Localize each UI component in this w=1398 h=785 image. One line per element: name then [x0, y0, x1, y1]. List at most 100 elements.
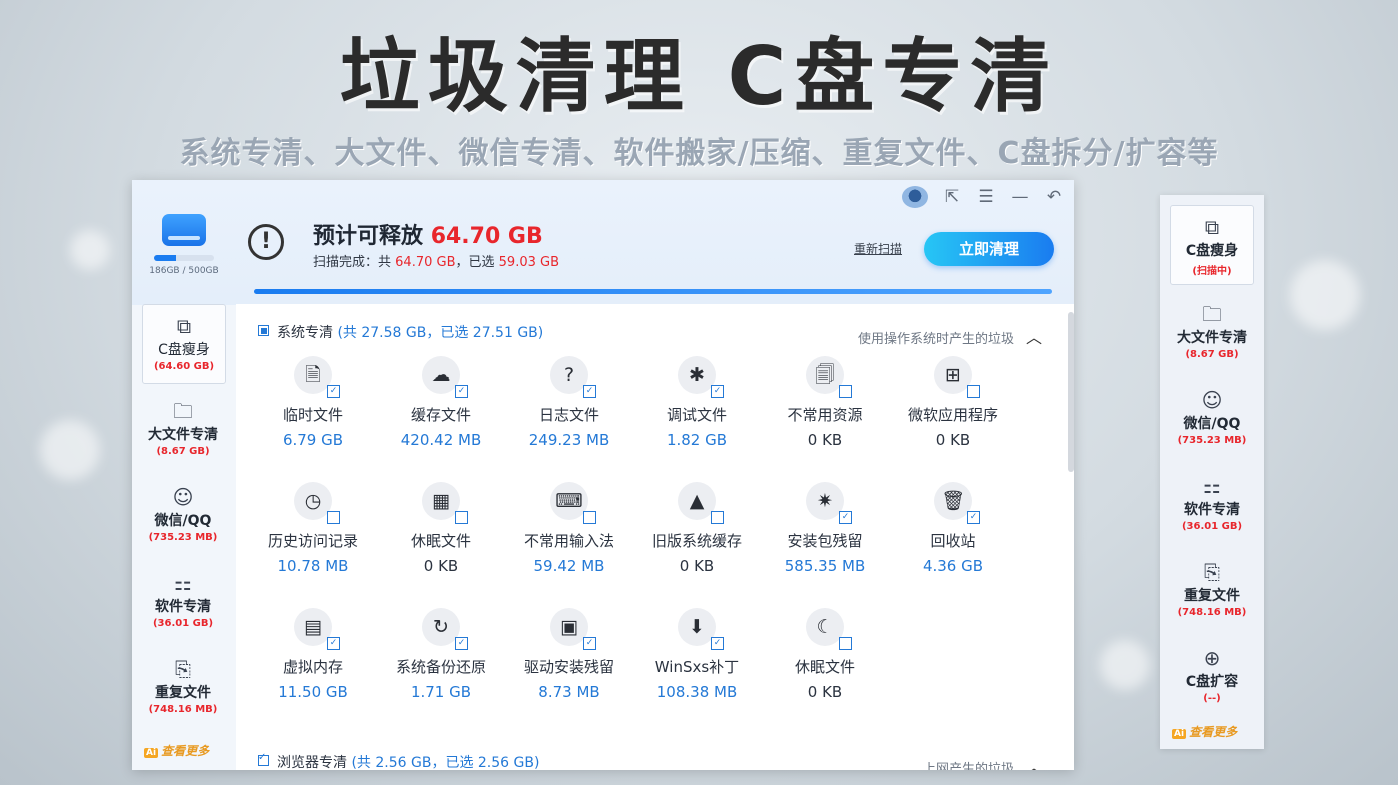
item-checkbox[interactable] [327, 511, 340, 524]
item-checkbox[interactable] [711, 511, 724, 524]
item-name: 缓存文件 [410, 406, 471, 424]
minimize-icon[interactable]: — [1010, 187, 1030, 207]
cleanup-item-tile[interactable]: 🗐 不常用资源 0 KB [766, 356, 884, 449]
cleanup-item-tile[interactable]: ▲ 旧版系统缓存 0 KB [638, 482, 756, 575]
scan-mid: ，已选 [455, 255, 495, 270]
sidebar-item-large-files[interactable]: 🗀 大文件专清 (8.67 GB) [142, 398, 224, 457]
item-size: 0 KB [935, 431, 971, 449]
cleanup-item-tile[interactable]: 🗎 ✓ 临时文件 6.79 GB [254, 356, 372, 449]
background-snow [1290, 260, 1360, 330]
scrollbar[interactable] [1068, 312, 1074, 472]
cleanup-item-tile[interactable]: ▣ ✓ 驱动安装残留 8.73 MB [510, 608, 628, 701]
mini-item-value: (735.23 MB) [1177, 435, 1247, 446]
cleanup-item-tile[interactable]: ◷ 历史访问记录 10.78 MB [254, 482, 372, 575]
sidebar-item-cdrive-slim[interactable]: ⧉ C盘瘦身 (64.60 GB) [142, 304, 226, 384]
mini-sidebar-panel: ⧉ C盘瘦身 (扫描中) 🗀 大文件专清 (8.67 GB) ☺ 微信/QQ (… [1160, 195, 1264, 749]
cleanup-item-tile[interactable]: ▤ ✓ 虚拟内存 11.50 GB [254, 608, 372, 701]
cleanup-item-tile[interactable]: ⊞ 微软应用程序 0 KB [894, 356, 1012, 449]
item-checkbox[interactable]: ✓ [327, 385, 340, 398]
item-size: 6.79 GB [282, 431, 344, 449]
section-checkbox[interactable] [258, 752, 269, 766]
item-checkbox[interactable] [839, 385, 852, 398]
item-checkbox[interactable]: ✓ [839, 511, 852, 524]
cleanup-item-tile[interactable]: ▦ 休眠文件 0 KB [382, 482, 500, 575]
item-checkbox[interactable] [967, 385, 980, 398]
scan-selected: 59.03 GB [498, 255, 559, 270]
exclamation-icon: ! [248, 224, 284, 260]
chevron-up-icon[interactable]: ︿ [1026, 758, 1042, 770]
cleanup-item-tile[interactable]: ⬇ ✓ WinSxs补丁 108.38 MB [638, 608, 756, 701]
sidebar-item-software[interactable]: ⚏ 软件专清 (36.01 GB) [142, 570, 224, 629]
scan-progress-bar [254, 289, 1052, 294]
sidebar-item-label: C盘瘦身 [158, 342, 210, 358]
share-icon[interactable]: ⇱ [942, 187, 962, 207]
apps-icon: ⚏ [174, 571, 192, 595]
mini-item-large-files[interactable]: 🗀 大文件专清 (8.67 GB) [1160, 301, 1264, 360]
sidebar-item-wechat-qq[interactable]: ☺ 微信/QQ (735.23 MB) [142, 484, 224, 543]
item-checkbox[interactable]: ✓ [711, 637, 724, 650]
mini-item-wechat-qq[interactable]: ☺ 微信/QQ (735.23 MB) [1160, 387, 1264, 446]
item-size: 8.73 MB [538, 683, 600, 701]
item-checkbox[interactable] [839, 637, 852, 650]
item-name: 休眠文件 [794, 658, 855, 676]
clean-now-button[interactable]: 立即清理 [924, 232, 1054, 266]
menu-icon[interactable]: ☰ [976, 187, 996, 207]
section-header-system[interactable]: 系统专清 (共 27.58 GB，已选 27.51 GB) [258, 322, 543, 342]
background-snow [1100, 640, 1150, 690]
see-more-link[interactable]: Ai 查看更多 [144, 742, 209, 759]
item-checkbox[interactable]: ✓ [327, 637, 340, 650]
folder-icon: 🗀 [173, 399, 193, 423]
item-checkbox[interactable] [583, 511, 596, 524]
mini-item-disk-expand[interactable]: ⊕ C盘扩容 (--) [1160, 645, 1264, 704]
sidebar-item-label: 大文件专清 [148, 427, 218, 443]
section-note-browser[interactable]: 上网产生的垃圾 ︿ [923, 754, 1042, 770]
item-name: 微软应用程序 [907, 406, 998, 424]
item-name: 不常用资源 [787, 406, 863, 424]
item-checkbox[interactable]: ✓ [583, 385, 596, 398]
mini-item-value: (748.16 MB) [1177, 607, 1247, 618]
item-size: 0 KB [807, 431, 843, 449]
user-avatar[interactable] [902, 186, 928, 208]
item-checkbox[interactable]: ✓ [455, 637, 468, 650]
cdrive-slim-icon: ⧉ [176, 314, 192, 338]
wechat-icon: ☺ [172, 485, 194, 509]
mini-item-duplicates[interactable]: ⎘ 重复文件 (748.16 MB) [1160, 559, 1264, 618]
item-checkbox[interactable]: ✓ [967, 511, 980, 524]
cleanup-item-tile[interactable]: ✷ ✓ 安装包残留 585.35 MB [766, 482, 884, 575]
item-checkbox[interactable] [455, 511, 468, 524]
cleanup-item-tile[interactable]: ✱ ✓ 调试文件 1.82 GB [638, 356, 756, 449]
recycle-bin-icon: 🗑 ✓ [934, 482, 980, 524]
item-name: 虚拟内存 [282, 658, 343, 676]
background-snow [70, 230, 110, 270]
sidebar-item-duplicates[interactable]: ⎘ 重复文件 (748.16 MB) [142, 656, 224, 715]
item-checkbox[interactable]: ✓ [455, 385, 468, 398]
package-bug-icon: ✷ ✓ [806, 482, 852, 524]
item-checkbox[interactable]: ✓ [583, 637, 596, 650]
chevron-up-icon[interactable]: ︿ [1026, 328, 1042, 347]
section-header-browser[interactable]: 浏览器专清 (共 2.56 GB，已选 2.56 GB) [258, 752, 539, 770]
mini-item-cdrive-slim[interactable]: ⧉ C盘瘦身 (扫描中) [1170, 205, 1254, 285]
item-checkbox[interactable]: ✓ [711, 385, 724, 398]
item-name: 旧版系统缓存 [651, 532, 742, 550]
item-size: 0 KB [423, 557, 459, 575]
apps-icon: ⚏ [1203, 474, 1221, 498]
rescan-link[interactable]: 重新扫描 [854, 240, 902, 257]
cleanup-item-tile[interactable]: ☾ 休眠文件 0 KB [766, 608, 884, 701]
mini-item-label: 微信/QQ [1183, 416, 1241, 432]
cleanup-item-tile[interactable]: ↻ ✓ 系统备份还原 1.71 GB [382, 608, 500, 701]
cleanup-item-tile[interactable]: ? ✓ 日志文件 249.23 MB [510, 356, 628, 449]
section-note-system[interactable]: 使用操作系统时产生的垃圾 ︿ [858, 324, 1042, 348]
section-checkbox[interactable] [258, 325, 269, 336]
temp-file-icon: 🗎 ✓ [294, 356, 340, 398]
item-name: 日志文件 [538, 406, 599, 424]
mini-item-software[interactable]: ⚏ 软件专清 (36.01 GB) [1160, 473, 1264, 532]
cleanup-item-tile[interactable]: ☁ ✓ 缓存文件 420.42 MB [382, 356, 500, 449]
winsxs-icon: ⬇ ✓ [678, 608, 724, 650]
virtual-memory-icon: ▤ ✓ [294, 608, 340, 650]
see-more-link[interactable]: Ai 查看更多 [1172, 723, 1237, 740]
cleanup-item-tile[interactable]: 🗑 ✓ 回收站 4.36 GB [894, 482, 1012, 575]
cleanup-item-tile[interactable]: ⌨ 不常用输入法 59.42 MB [510, 482, 628, 575]
backup-restore-icon: ↻ ✓ [422, 608, 468, 650]
disk-expand-icon: ⊕ [1203, 646, 1221, 670]
back-icon[interactable]: ↶ [1044, 187, 1064, 207]
